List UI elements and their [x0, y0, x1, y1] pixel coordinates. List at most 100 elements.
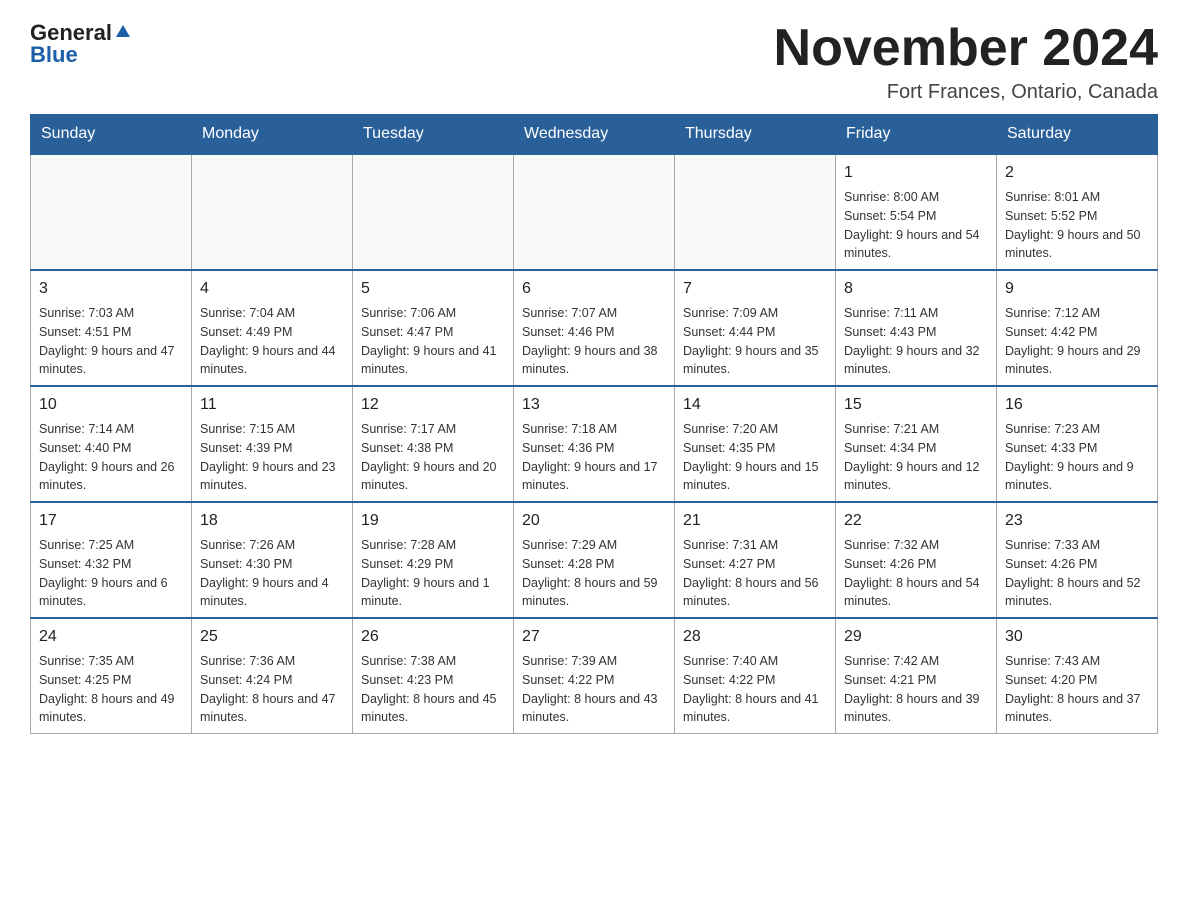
day-number: 9 [1005, 277, 1149, 301]
sunrise-text: Sunrise: 7:28 AM [361, 536, 505, 555]
day-number: 2 [1005, 161, 1149, 185]
day-number: 26 [361, 625, 505, 649]
sunrise-text: Sunrise: 7:18 AM [522, 420, 666, 439]
daylight-text: Daylight: 8 hours and 54 minutes. [844, 574, 988, 612]
table-row [514, 154, 675, 270]
sunset-text: Sunset: 4:22 PM [683, 671, 827, 690]
sunrise-text: Sunrise: 7:20 AM [683, 420, 827, 439]
week-row: 3Sunrise: 7:03 AMSunset: 4:51 PMDaylight… [31, 270, 1158, 386]
sunrise-text: Sunrise: 7:39 AM [522, 652, 666, 671]
sunset-text: Sunset: 4:27 PM [683, 555, 827, 574]
day-number: 10 [39, 393, 183, 417]
daylight-text: Daylight: 9 hours and 47 minutes. [39, 342, 183, 380]
day-number: 30 [1005, 625, 1149, 649]
day-number: 13 [522, 393, 666, 417]
sunset-text: Sunset: 4:32 PM [39, 555, 183, 574]
sunrise-text: Sunrise: 7:14 AM [39, 420, 183, 439]
sunset-text: Sunset: 4:43 PM [844, 323, 988, 342]
day-number: 23 [1005, 509, 1149, 533]
daylight-text: Daylight: 9 hours and 6 minutes. [39, 574, 183, 612]
table-row: 8Sunrise: 7:11 AMSunset: 4:43 PMDaylight… [836, 270, 997, 386]
sunset-text: Sunset: 4:21 PM [844, 671, 988, 690]
day-number: 18 [200, 509, 344, 533]
table-row: 26Sunrise: 7:38 AMSunset: 4:23 PMDayligh… [353, 618, 514, 734]
week-row: 1Sunrise: 8:00 AMSunset: 5:54 PMDaylight… [31, 154, 1158, 270]
day-number: 25 [200, 625, 344, 649]
col-friday: Friday [836, 115, 997, 155]
sunrise-text: Sunrise: 7:03 AM [39, 304, 183, 323]
daylight-text: Daylight: 9 hours and 26 minutes. [39, 458, 183, 496]
sunset-text: Sunset: 4:26 PM [844, 555, 988, 574]
table-row: 22 Sunrise: 7:32 AMSunset: 4:26 PMDayligh… [836, 502, 997, 618]
table-row: 28 Sunrise: 7:40 AMSunset: 4:22 PMDayligh… [675, 618, 836, 734]
sunset-text: Sunset: 4:51 PM [39, 323, 183, 342]
table-row: 5Sunrise: 7:06 AMSunset: 4:47 PMDaylight… [353, 270, 514, 386]
sunset-text: Sunset: 4:42 PM [1005, 323, 1149, 342]
sunrise-text: Sunrise: 7:40 AM [683, 652, 827, 671]
sunrise-text: Sunrise: 7:33 AM [1005, 536, 1149, 555]
sunrise-text: Sunrise: 7:32 AM [844, 536, 988, 555]
daylight-text: Daylight: 9 hours and 38 minutes. [522, 342, 666, 380]
sunrise-text: Sunrise: 7:04 AM [200, 304, 344, 323]
day-number: 28 [683, 625, 827, 649]
table-row [675, 154, 836, 270]
sunset-text: Sunset: 4:44 PM [683, 323, 827, 342]
table-row: 15Sunrise: 7:21 AMSunset: 4:34 PMDayligh… [836, 386, 997, 502]
day-number: 14 [683, 393, 827, 417]
sunrise-text: Sunrise: 7:15 AM [200, 420, 344, 439]
sunrise-text: Sunrise: 7:07 AM [522, 304, 666, 323]
daylight-text: Daylight: 8 hours and 39 minutes. [844, 690, 988, 728]
daylight-text: Daylight: 8 hours and 47 minutes. [200, 690, 344, 728]
daylight-text: Daylight: 9 hours and 4 minutes. [200, 574, 344, 612]
day-number: 24 [39, 625, 183, 649]
week-row: 17Sunrise: 7:25 AMSunset: 4:32 PMDayligh… [31, 502, 1158, 618]
daylight-text: Daylight: 8 hours and 41 minutes. [683, 690, 827, 728]
table-row: 20Sunrise: 7:29 AMSunset: 4:28 PMDayligh… [514, 502, 675, 618]
sunrise-text: Sunrise: 7:25 AM [39, 536, 183, 555]
sunset-text: Sunset: 4:46 PM [522, 323, 666, 342]
col-saturday: Saturday [997, 115, 1158, 155]
sunrise-text: Sunrise: 7:29 AM [522, 536, 666, 555]
daylight-text: Daylight: 9 hours and 17 minutes. [522, 458, 666, 496]
sunset-text: Sunset: 4:30 PM [200, 555, 344, 574]
sunset-text: Sunset: 4:35 PM [683, 439, 827, 458]
logo: General Blue [30, 20, 132, 68]
sunrise-text: Sunrise: 7:06 AM [361, 304, 505, 323]
table-row: 4Sunrise: 7:04 AMSunset: 4:49 PMDaylight… [192, 270, 353, 386]
sunrise-text: Sunrise: 7:38 AM [361, 652, 505, 671]
table-row: 6Sunrise: 7:07 AMSunset: 4:46 PMDaylight… [514, 270, 675, 386]
day-number: 17 [39, 509, 183, 533]
sunrise-text: Sunrise: 7:43 AM [1005, 652, 1149, 671]
table-row: 7Sunrise: 7:09 AMSunset: 4:44 PMDaylight… [675, 270, 836, 386]
sunrise-text: Sunrise: 7:09 AM [683, 304, 827, 323]
sunset-text: Sunset: 4:20 PM [1005, 671, 1149, 690]
table-row: 21Sunrise: 7:31 AMSunset: 4:27 PMDayligh… [675, 502, 836, 618]
day-number: 22 [844, 509, 988, 533]
sunrise-text: Sunrise: 7:17 AM [361, 420, 505, 439]
daylight-text: Daylight: 9 hours and 54 minutes. [844, 226, 988, 264]
daylight-text: Daylight: 9 hours and 50 minutes. [1005, 226, 1149, 264]
daylight-text: Daylight: 9 hours and 12 minutes. [844, 458, 988, 496]
sunset-text: Sunset: 4:34 PM [844, 439, 988, 458]
sunset-text: Sunset: 4:39 PM [200, 439, 344, 458]
sunset-text: Sunset: 4:23 PM [361, 671, 505, 690]
daylight-text: Daylight: 9 hours and 23 minutes. [200, 458, 344, 496]
table-row: 2Sunrise: 8:01 AMSunset: 5:52 PMDaylight… [997, 154, 1158, 270]
daylight-text: Daylight: 9 hours and 9 minutes. [1005, 458, 1149, 496]
table-row: 16Sunrise: 7:23 AMSunset: 4:33 PMDayligh… [997, 386, 1158, 502]
daylight-text: Daylight: 8 hours and 56 minutes. [683, 574, 827, 612]
day-number: 1 [844, 161, 988, 185]
table-row: 25Sunrise: 7:36 AMSunset: 4:24 PMDayligh… [192, 618, 353, 734]
location: Fort Frances, Ontario, Canada [774, 81, 1158, 104]
day-number: 5 [361, 277, 505, 301]
table-row: 13Sunrise: 7:18 AMSunset: 4:36 PMDayligh… [514, 386, 675, 502]
table-row [353, 154, 514, 270]
sunset-text: Sunset: 4:25 PM [39, 671, 183, 690]
daylight-text: Daylight: 8 hours and 37 minutes. [1005, 690, 1149, 728]
daylight-text: Daylight: 9 hours and 32 minutes. [844, 342, 988, 380]
daylight-text: Daylight: 9 hours and 20 minutes. [361, 458, 505, 496]
table-row: 30 Sunrise: 7:43 AMSunset: 4:20 PMDayligh… [997, 618, 1158, 734]
table-row: 14Sunrise: 7:20 AMSunset: 4:35 PMDayligh… [675, 386, 836, 502]
sunrise-text: Sunrise: 7:36 AM [200, 652, 344, 671]
sunrise-text: Sunrise: 7:35 AM [39, 652, 183, 671]
